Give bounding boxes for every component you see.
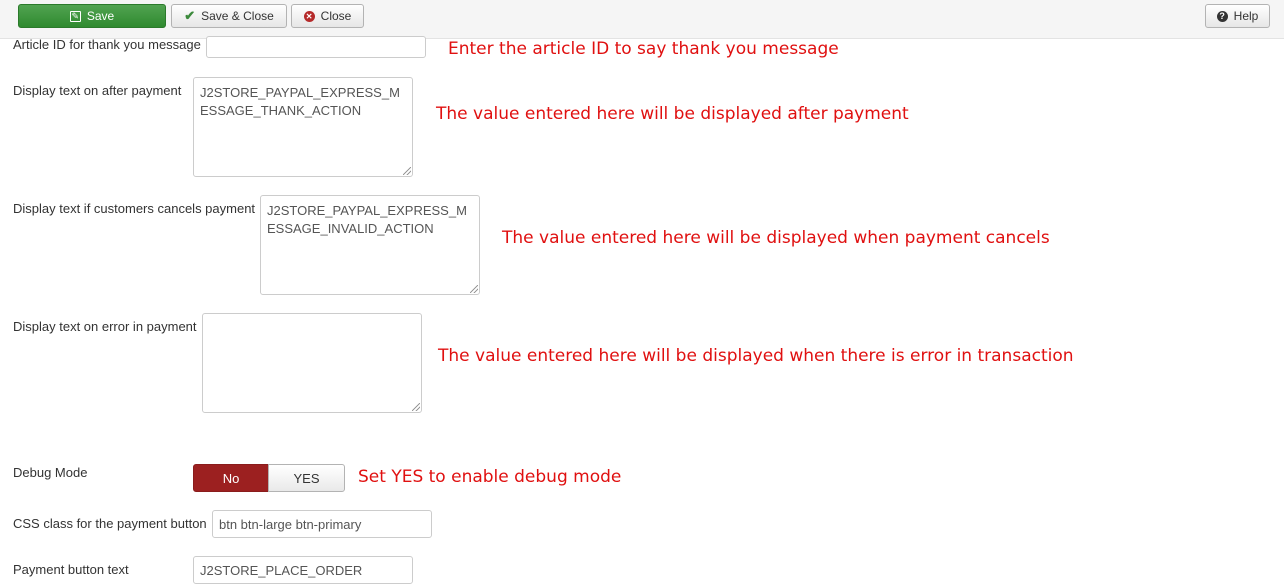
article-id-note: Enter the article ID to say thank you me…	[448, 39, 839, 59]
edit-icon: ✎	[69, 10, 81, 22]
check-icon: ✔	[184, 8, 196, 23]
after-payment-note: The value entered here will be displayed…	[436, 104, 909, 124]
error-payment-note: The value entered here will be displayed…	[438, 346, 1074, 366]
close-button-label: Close	[320, 9, 352, 23]
css-class-input[interactable]: btn btn-large btn-primary	[212, 510, 432, 538]
button-text-label: Payment button text	[13, 562, 129, 577]
after-payment-textarea[interactable]: J2STORE_PAYPAL_EXPRESS_MESSAGE_THANK_ACT…	[193, 77, 413, 177]
resize-handle-icon[interactable]	[403, 167, 411, 175]
question-circle-icon: ?	[1216, 10, 1228, 22]
cancel-payment-textarea[interactable]: J2STORE_PAYPAL_EXPRESS_MESSAGE_INVALID_A…	[260, 195, 480, 295]
debug-yes-button[interactable]: YES	[268, 464, 345, 492]
resize-handle-icon[interactable]	[412, 403, 420, 411]
toolbar: ✎ Save ✔ Save & Close ✕ Close ? Help	[0, 0, 1284, 39]
error-payment-label: Display text on error in payment	[13, 319, 197, 334]
debug-no-button[interactable]: No	[193, 464, 269, 492]
after-payment-text: J2STORE_PAYPAL_EXPRESS_MESSAGE_THANK_ACT…	[200, 85, 400, 118]
resize-handle-icon[interactable]	[470, 285, 478, 293]
article-id-label: Article ID for thank you message	[13, 37, 201, 52]
cancel-payment-label: Display text if customers cancels paymen…	[13, 201, 256, 216]
help-button-label: Help	[1233, 9, 1259, 23]
close-button[interactable]: ✕ Close	[291, 4, 364, 28]
cancel-payment-text: J2STORE_PAYPAL_EXPRESS_MESSAGE_INVALID_A…	[267, 203, 467, 236]
css-class-label: CSS class for the payment button	[13, 516, 207, 531]
save-close-button-label: Save & Close	[201, 9, 274, 23]
error-payment-textarea[interactable]	[202, 313, 422, 413]
save-button-label: Save	[86, 9, 115, 23]
close-circle-icon: ✕	[303, 10, 315, 22]
after-payment-label: Display text on after payment	[13, 83, 182, 98]
save-button[interactable]: ✎ Save	[18, 4, 166, 28]
debug-mode-note: Set YES to enable debug mode	[358, 467, 622, 487]
article-id-input[interactable]	[206, 36, 426, 58]
cancel-payment-note: The value entered here will be displayed…	[502, 228, 1050, 248]
save-close-button[interactable]: ✔ Save & Close	[171, 4, 287, 28]
button-text-input[interactable]: J2STORE_PLACE_ORDER	[193, 556, 413, 584]
debug-mode-label: Debug Mode	[13, 465, 88, 480]
help-button[interactable]: ? Help	[1205, 4, 1270, 28]
